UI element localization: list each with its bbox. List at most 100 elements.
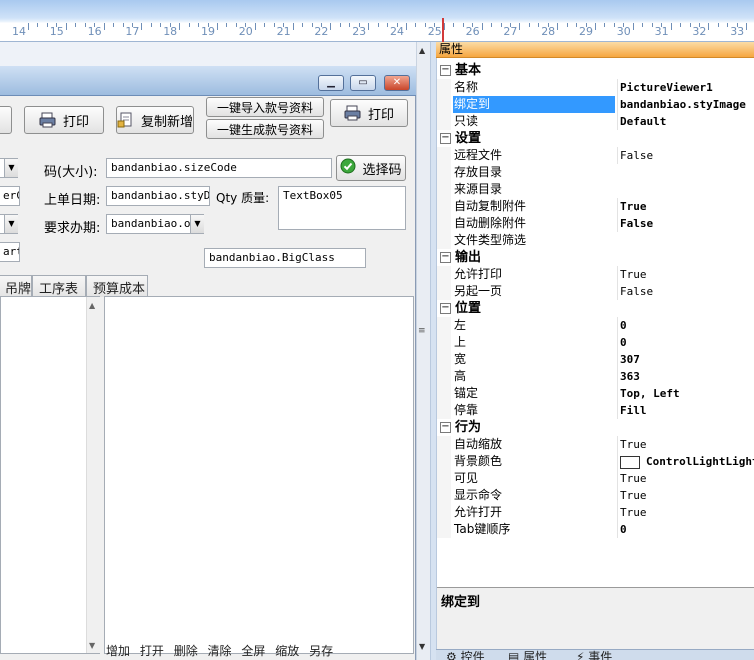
scroll-up-icon[interactable]: ▲: [89, 301, 95, 310]
tab-process-sheet[interactable]: 工序表: [32, 275, 86, 297]
grip-icon[interactable]: ≡: [418, 326, 426, 336]
print-button-right[interactable]: 打印: [330, 99, 408, 127]
property-name: 宽: [454, 352, 467, 366]
property-row[interactable]: 自动缩放 True: [437, 436, 754, 453]
collapse-icon[interactable]: −: [440, 422, 451, 433]
property-row[interactable]: 自动复制附件 True: [437, 198, 754, 215]
property-value[interactable]: 0: [617, 317, 754, 334]
import-style-button[interactable]: 一键导入款号资料: [206, 97, 324, 117]
dropdown-arrow-icon[interactable]: ▼: [4, 159, 18, 177]
designer-scrollbar[interactable]: ▲ ≡ ▼: [416, 42, 430, 660]
property-value[interactable]: bandanbiao.styImage: [617, 96, 754, 113]
print-button-left[interactable]: 打印: [24, 106, 104, 134]
property-value[interactable]: True: [617, 436, 754, 453]
property-value[interactable]: 0: [617, 334, 754, 351]
property-value[interactable]: ControlLightLight: [617, 453, 754, 470]
property-value[interactable]: 0: [617, 521, 754, 538]
cmd-save-as[interactable]: 另存: [309, 644, 333, 658]
property-row[interactable]: 宽 307: [437, 351, 754, 368]
partial-field-2[interactable]: erCr: [0, 186, 20, 206]
ruler-subtick: [415, 23, 417, 27]
order-date-field[interactable]: bandanbiao.styDa: [106, 186, 210, 206]
property-value[interactable]: True: [617, 470, 754, 487]
property-row[interactable]: 显示命令 True: [437, 487, 754, 504]
property-value[interactable]: PictureViewer1: [617, 79, 754, 96]
property-row[interactable]: 另起一页 False: [437, 283, 754, 300]
property-category[interactable]: − 输出: [437, 249, 754, 266]
property-value[interactable]: True: [617, 487, 754, 504]
property-category[interactable]: − 行为: [437, 419, 754, 436]
property-value[interactable]: True: [617, 266, 754, 283]
property-category[interactable]: − 基本: [437, 62, 754, 79]
cmd-add[interactable]: 增加: [106, 644, 130, 658]
cmd-delete[interactable]: 删除: [174, 644, 198, 658]
maximize-button[interactable]: ▭: [350, 75, 376, 91]
dropdown-arrow-icon[interactable]: ▼: [4, 215, 18, 233]
row-margin: [437, 470, 451, 487]
scroll-up-icon[interactable]: ▲: [419, 46, 425, 55]
property-category[interactable]: − 设置: [437, 130, 754, 147]
tab-events[interactable]: ⚡ 事件: [576, 650, 612, 660]
size-field[interactable]: bandanbiao.sizeCode: [106, 158, 332, 178]
property-value[interactable]: Default: [617, 113, 754, 130]
property-row[interactable]: 文件类型筛选: [437, 232, 754, 249]
property-row[interactable]: 远程文件 False: [437, 147, 754, 164]
property-value[interactable]: True: [617, 198, 754, 215]
property-row[interactable]: 绑定到 bandanbiao.styImage: [437, 96, 754, 113]
property-row[interactable]: 允许打印 True: [437, 266, 754, 283]
bigclass-field[interactable]: bandanbiao.BigClass: [204, 248, 366, 268]
property-row[interactable]: 停靠 Fill: [437, 402, 754, 419]
ruler-label: 18: [163, 25, 178, 38]
property-row[interactable]: 左0: [437, 317, 754, 334]
partial-button[interactable]: [0, 106, 12, 134]
property-value[interactable]: True: [617, 504, 754, 521]
dropdown-arrow-icon[interactable]: ▼: [190, 215, 204, 233]
generate-style-button[interactable]: 一键生成款号资料: [206, 119, 324, 139]
ruler-label: 21: [276, 25, 291, 38]
property-row[interactable]: 名称 PictureViewer1: [437, 79, 754, 96]
tab-controls[interactable]: ⚙ 控件: [446, 650, 485, 660]
property-row[interactable]: 只读 Default: [437, 113, 754, 130]
list-panel[interactable]: [0, 296, 100, 654]
cmd-clear[interactable]: 清除: [208, 644, 232, 658]
property-value[interactable]: Fill: [617, 402, 754, 419]
property-value[interactable]: 307: [617, 351, 754, 368]
collapse-icon[interactable]: −: [440, 133, 451, 144]
property-value[interactable]: 363: [617, 368, 754, 385]
property-row[interactable]: 上0: [437, 334, 754, 351]
property-row[interactable]: 高 363: [437, 368, 754, 385]
scroll-down-icon[interactable]: ▼: [419, 642, 425, 651]
property-row[interactable]: 锚定 Top, Left: [437, 385, 754, 402]
property-value[interactable]: Top, Left: [617, 385, 754, 402]
tab-budget-cost[interactable]: 预算成本: [86, 275, 148, 297]
property-row[interactable]: 背景颜色 ControlLightLight: [437, 453, 754, 470]
cmd-zoom[interactable]: 缩放: [275, 644, 299, 658]
qty-textbox[interactable]: TextBox05: [278, 186, 406, 230]
collapse-icon[interactable]: −: [440, 252, 451, 263]
partial-field-4[interactable]: art: [0, 242, 20, 262]
property-category[interactable]: − 位置: [437, 300, 754, 317]
ruler-label: 17: [125, 25, 140, 38]
cmd-fullscreen[interactable]: 全屏: [241, 644, 265, 658]
property-value[interactable]: False: [617, 147, 754, 164]
property-row[interactable]: 存放目录: [437, 164, 754, 181]
tab-hangtag[interactable]: 吊牌: [0, 275, 32, 297]
scroll-down-icon[interactable]: ▼: [89, 641, 95, 650]
property-value[interactable]: False: [617, 215, 754, 232]
collapse-icon[interactable]: −: [440, 65, 451, 76]
tab-properties[interactable]: ▤ 属性: [508, 650, 547, 660]
minimize-button[interactable]: ▁: [318, 75, 344, 91]
picture-viewer[interactable]: [104, 296, 414, 654]
copy-new-button[interactable]: 复制新增: [116, 106, 194, 134]
property-row[interactable]: 来源目录: [437, 181, 754, 198]
property-row[interactable]: 可见 True: [437, 470, 754, 487]
cmd-open[interactable]: 打开: [140, 644, 164, 658]
select-code-button[interactable]: 选择码: [336, 155, 406, 181]
close-button[interactable]: ✕: [384, 75, 410, 91]
property-row[interactable]: Tab键顺序 0: [437, 521, 754, 538]
collapse-icon[interactable]: −: [440, 303, 451, 314]
property-row[interactable]: 允许打开 True: [437, 504, 754, 521]
property-row[interactable]: 自动删除附件 False: [437, 215, 754, 232]
property-value[interactable]: False: [617, 283, 754, 300]
list-scrollbar[interactable]: ▲ ▼: [86, 297, 100, 653]
